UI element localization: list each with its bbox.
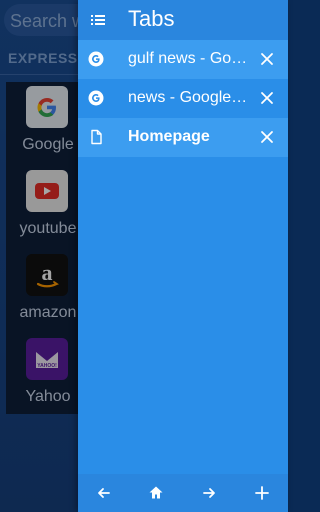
drawer-title: Tabs: [128, 6, 175, 31]
tab-title: Homepage: [128, 128, 210, 145]
close-icon[interactable]: [258, 128, 276, 146]
google-g-icon: [88, 90, 104, 106]
tab-item[interactable]: news - Google Search: [78, 79, 288, 118]
google-g-icon: [88, 51, 104, 67]
drawer-bottom-bar: [78, 474, 288, 512]
close-icon[interactable]: [258, 50, 276, 68]
list-icon[interactable]: [88, 10, 108, 30]
home-icon[interactable]: [146, 483, 166, 503]
back-arrow-icon[interactable]: [94, 483, 114, 503]
tab-item-active[interactable]: Homepage: [78, 118, 288, 157]
close-icon[interactable]: [258, 89, 276, 107]
forward-arrow-icon[interactable]: [199, 483, 219, 503]
tabs-drawer: Tabs gulf news - Google Search news - Go…: [78, 0, 288, 512]
tab-item[interactable]: gulf news - Google Search: [78, 40, 288, 79]
drawer-header: Tabs: [78, 0, 288, 40]
tab-title: gulf news - Google Search: [128, 50, 248, 67]
plus-icon[interactable]: [252, 483, 272, 503]
tab-title: news - Google Search: [128, 89, 248, 106]
document-icon: [91, 129, 102, 145]
